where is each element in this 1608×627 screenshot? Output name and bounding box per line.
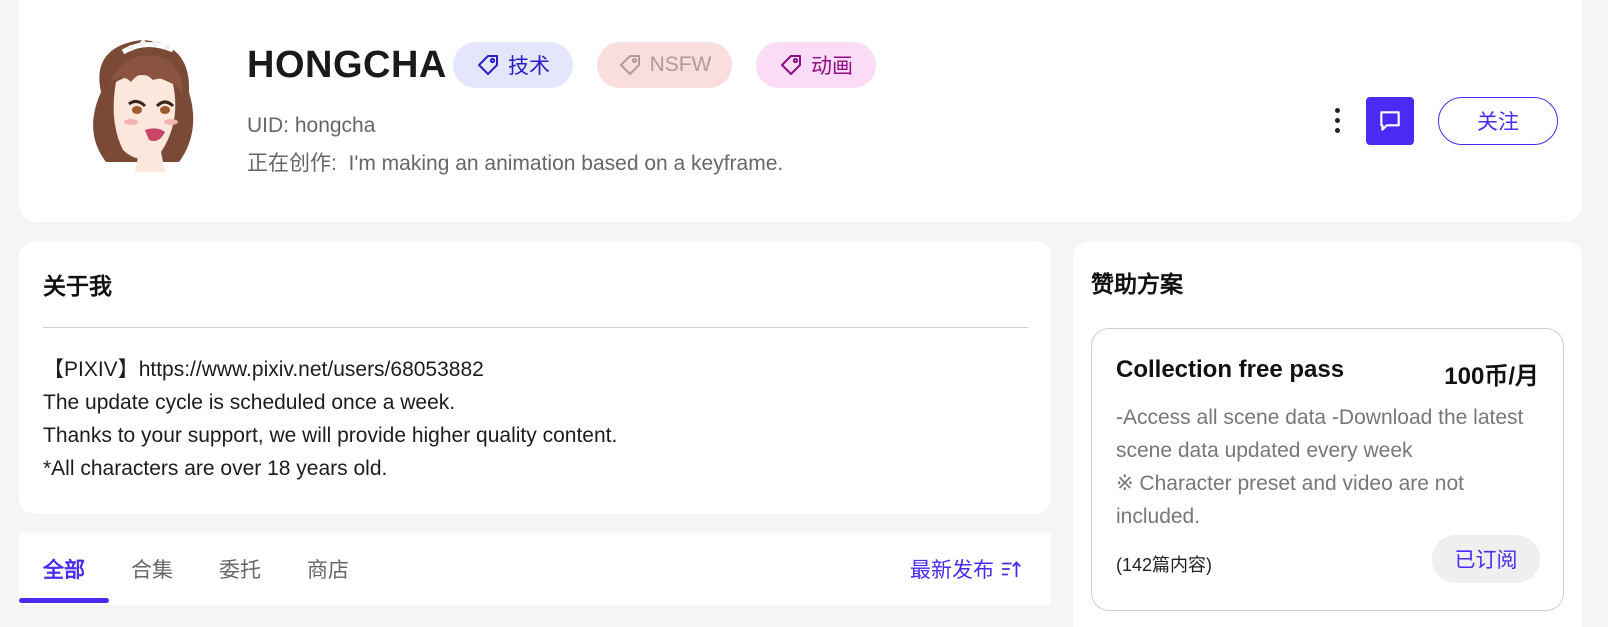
tag-nsfw[interactable]: NSFW xyxy=(597,42,732,88)
tag-label: NSFW xyxy=(649,53,712,76)
sort-icon xyxy=(1001,561,1021,578)
user-name: HONGCHA xyxy=(247,44,447,86)
tag-animation[interactable]: 动画 xyxy=(756,42,876,88)
tag-icon xyxy=(619,55,640,75)
tab-shop[interactable]: 商店 xyxy=(307,554,349,584)
profile-header: HONGCHA 技术 NSFW 动画 UID: hongcha 正在创作: I'… xyxy=(19,0,1582,222)
plan-desc-line: ※ Character preset and video are not inc… xyxy=(1116,472,1464,528)
tag-icon xyxy=(781,55,801,75)
plan-description: -Access all scene data -Download the lat… xyxy=(1116,401,1546,533)
more-vertical-icon xyxy=(1334,107,1340,113)
more-vertical-icon-dot xyxy=(1334,127,1340,133)
tag-label: 技术 xyxy=(508,55,550,78)
about-section: 关于我 【PIXIV】https://www.pixiv.net/users/6… xyxy=(19,241,1051,514)
avatar[interactable] xyxy=(61,22,221,182)
tab-commission[interactable]: 委托 xyxy=(219,554,261,584)
plan-name: Collection free pass xyxy=(1116,356,1345,383)
more-vertical-icon-dot xyxy=(1334,117,1340,123)
message-button[interactable] xyxy=(1366,97,1414,145)
active-tab-indicator xyxy=(19,598,109,603)
about-title: 关于我 xyxy=(43,273,112,299)
plan-price: 100币/月 xyxy=(1444,363,1539,390)
tab-collection[interactable]: 合集 xyxy=(131,554,173,584)
tag-icon xyxy=(478,55,498,75)
tag-label: 动画 xyxy=(811,55,853,78)
sponsor-plan-card[interactable]: Collection free pass 100币/月 -Access all … xyxy=(1091,328,1564,611)
divider xyxy=(43,327,1028,328)
about-text: 【PIXIV】https://www.pixiv.net/users/68053… xyxy=(43,353,617,485)
tab-all[interactable]: 全部 xyxy=(43,554,85,584)
about-line: *All characters are over 18 years old. xyxy=(43,457,388,480)
sort-label: 最新发布 xyxy=(910,559,994,582)
plan-desc-line: -Access all scene data -Download the lat… xyxy=(1116,406,1524,462)
sponsor-title: 赞助方案 xyxy=(1091,271,1183,297)
plan-content-count: (142篇内容) xyxy=(1116,555,1213,575)
more-options-button[interactable] xyxy=(1325,100,1349,140)
subscribed-button[interactable]: 已订阅 xyxy=(1432,535,1540,583)
sort-button[interactable]: 最新发布 xyxy=(910,554,1022,584)
about-line: The update cycle is scheduled once a wee… xyxy=(43,391,456,414)
sponsor-section: 赞助方案 Collection free pass 100币/月 -Access… xyxy=(1073,241,1582,627)
message-icon xyxy=(1380,111,1400,131)
creating-status: 正在创作: I'm making an animation based on a… xyxy=(247,152,784,175)
user-uid: UID: hongcha xyxy=(247,114,376,137)
content-tabs: 全部 合集 委托 商店 最新发布 xyxy=(19,533,1051,605)
about-line: 【PIXIV】https://www.pixiv.net/users/68053… xyxy=(43,358,484,381)
tag-tech[interactable]: 技术 xyxy=(453,42,573,88)
follow-button[interactable]: 关注 xyxy=(1438,97,1558,145)
about-line: Thanks to your support, we will provide … xyxy=(43,424,618,447)
